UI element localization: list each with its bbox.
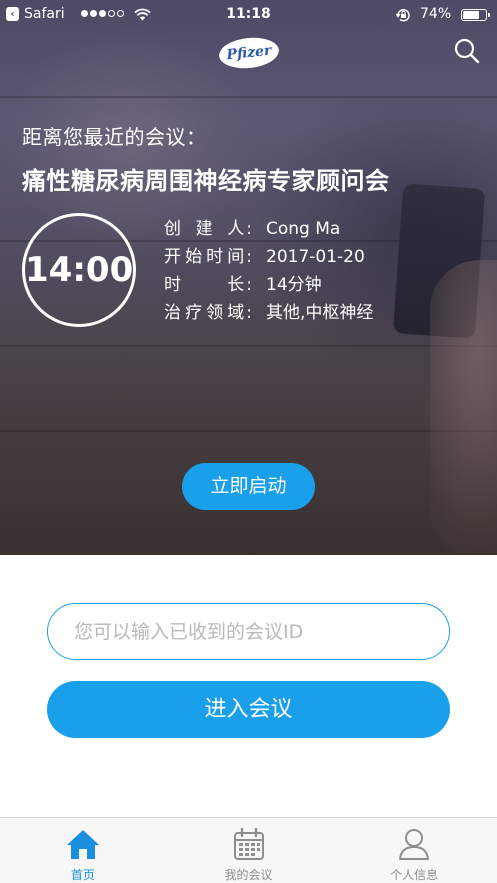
- detail-label: 创建人:: [164, 217, 266, 245]
- detail-label: 时长:: [164, 273, 266, 301]
- tab-bar: 首页 我的会议 个人信息: [0, 817, 497, 883]
- detail-label-text: 开始时间: [164, 247, 245, 267]
- tab-label-home: 首页: [70, 868, 95, 882]
- detail-label-text: 治疗领域: [164, 303, 245, 323]
- meeting-details: 创建人: Cong Ma 开始时间: 2017-01-20 时长: 14分钟 治…: [164, 217, 373, 329]
- detail-row-therapy-area: 治疗领域: 其他,中枢神经: [164, 301, 373, 329]
- detail-label: 开始时间:: [164, 245, 266, 273]
- calendar-icon: [233, 828, 264, 860]
- detail-value: 2017-01-20: [266, 247, 365, 267]
- detail-row-duration: 时长: 14分钟: [164, 273, 373, 301]
- meeting-id-input[interactable]: [47, 603, 450, 660]
- detail-value: Cong Ma: [266, 219, 341, 239]
- detail-value: 其他,中枢神经: [266, 303, 374, 323]
- detail-label-text: 时长: [164, 275, 245, 295]
- tab-label-my-meetings: 我的会议: [224, 868, 273, 882]
- hero-banner: ‹ Safari 11:18 74% Pfizer 距离您最近的会议： 痛性糖尿…: [0, 0, 497, 555]
- detail-label-text: 创建人: [164, 219, 245, 239]
- rotation-lock-icon: [396, 9, 410, 22]
- join-meeting-button[interactable]: 进入会议: [47, 681, 450, 738]
- battery-icon: [461, 9, 490, 21]
- tab-profile[interactable]: 个人信息: [331, 818, 497, 883]
- detail-label: 治疗领域:: [164, 301, 266, 329]
- start-now-button[interactable]: 立即启动: [182, 463, 315, 510]
- detail-row-creator: 创建人: Cong Ma: [164, 217, 373, 245]
- upcoming-meeting-caption: 距离您最近的会议：: [22, 125, 207, 149]
- detail-row-start-time: 开始时间: 2017-01-20: [164, 245, 373, 273]
- home-icon: [66, 830, 99, 859]
- status-bar: ‹ Safari 11:18 74%: [0, 0, 497, 28]
- meeting-title: 痛性糖尿病周围神经病专家顾问会: [22, 167, 390, 195]
- detail-value: 14分钟: [266, 275, 322, 295]
- battery-percent: 74%: [420, 6, 452, 22]
- meeting-time-circle: 14:00: [22, 213, 136, 327]
- tab-my-meetings[interactable]: 我的会议: [166, 818, 332, 883]
- tab-label-profile: 个人信息: [390, 868, 439, 882]
- user-icon: [399, 829, 430, 860]
- search-icon[interactable]: [454, 38, 480, 64]
- tab-home[interactable]: 首页: [0, 818, 166, 883]
- battery-fill: [463, 11, 480, 19]
